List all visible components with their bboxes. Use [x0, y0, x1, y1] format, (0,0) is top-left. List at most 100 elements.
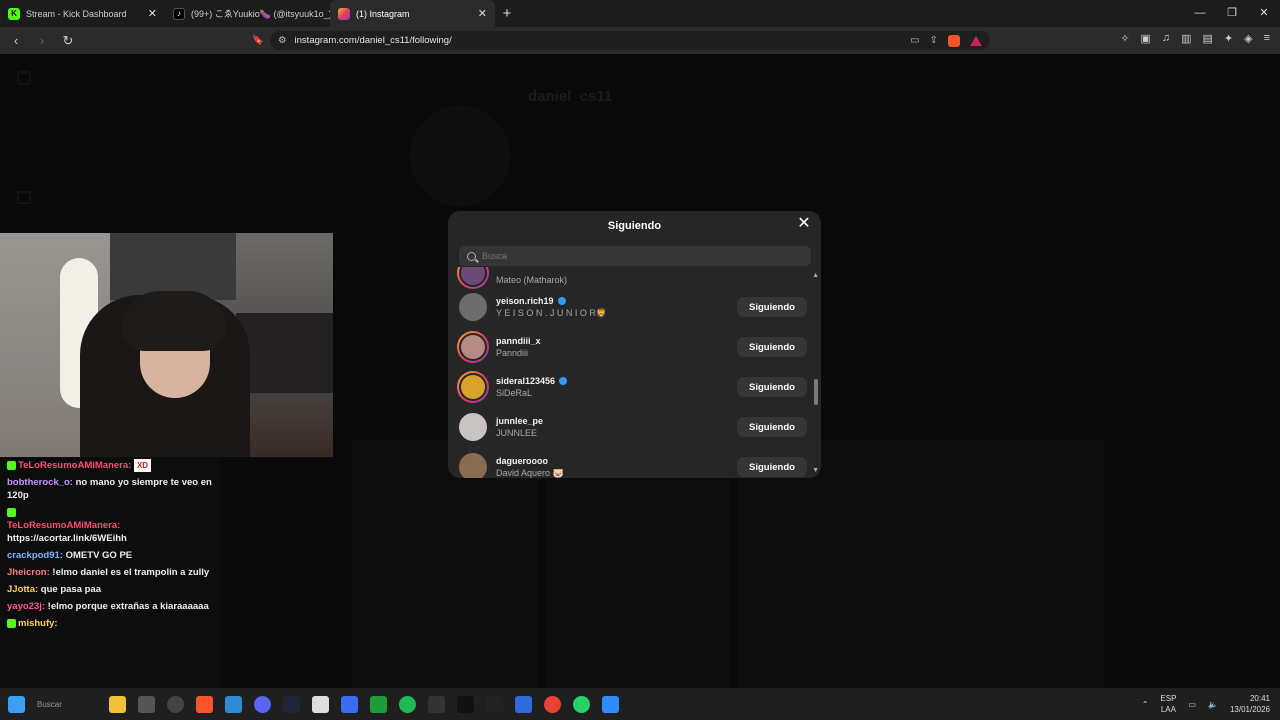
tab-label: (99+) こゑYuukio🍆 (@itsyuuk1o_) | T: [191, 9, 330, 19]
bookmark-icon[interactable]: 🔖: [252, 35, 264, 46]
list-item[interactable]: yeison.rich19 Y E I S O N . J U N I O R🦁…: [457, 287, 807, 327]
app-icon[interactable]: [225, 695, 242, 713]
tiktok-icon[interactable]: [457, 695, 474, 713]
chevron-up-icon[interactable]: ⌃: [1142, 700, 1149, 709]
file-explorer-icon[interactable]: [109, 695, 126, 713]
avatar[interactable]: [457, 451, 489, 478]
notepad-icon[interactable]: [312, 695, 329, 713]
wallet-icon[interactable]: ▣: [1140, 32, 1150, 45]
list-item[interactable]: panndiii_x Panndiii Siguiendo: [457, 327, 807, 367]
user-fullname: Y E I S O N . J U N I O R🦁: [496, 307, 608, 318]
close-window-icon[interactable]: ✕: [1248, 0, 1280, 27]
taskbar-search[interactable]: Buscar: [37, 700, 97, 709]
new-tab-button[interactable]: +: [495, 0, 519, 27]
list-item[interactable]: sideral123456 SiDeRaL Siguiendo: [457, 367, 807, 407]
url-text[interactable]: instagram.com/daniel_cs11/following/: [295, 35, 452, 46]
wallet2-icon[interactable]: ▤: [1202, 32, 1212, 45]
tab-label: (1) Instagram: [356, 8, 410, 19]
avatar[interactable]: [457, 331, 489, 363]
clock[interactable]: 20:41 13/01/2026: [1230, 693, 1270, 715]
scroll-up-icon[interactable]: ▲: [812, 272, 819, 279]
user-fullname: Mateo (Matharok): [496, 275, 568, 285]
excel-icon[interactable]: [370, 695, 387, 713]
share-icon[interactable]: ⇪: [930, 35, 938, 46]
system-tray: ⌃ ESP LAA ▭ 🔈 20:41 13/01/2026: [1142, 690, 1270, 718]
close-icon[interactable]: ✕: [148, 7, 157, 20]
avatar[interactable]: [457, 371, 489, 403]
steam-icon[interactable]: [283, 695, 300, 713]
close-icon[interactable]: ✕: [478, 7, 487, 20]
vpn-icon[interactable]: ◈: [1244, 32, 1252, 45]
leo-ai-icon[interactable]: ✦: [1224, 32, 1233, 45]
address-bar[interactable]: 🔖 ⚙ instagram.com/daniel_cs11/following/…: [252, 31, 990, 50]
obs-icon[interactable]: [167, 695, 184, 713]
app2-icon[interactable]: [341, 695, 358, 713]
calculator-icon[interactable]: [138, 695, 155, 713]
scroll-down-icon[interactable]: ▼: [812, 467, 819, 474]
epic-games-icon[interactable]: [428, 695, 445, 713]
avatar[interactable]: [457, 291, 489, 323]
tab-label: Stream - Kick Dashboard: [26, 8, 127, 19]
tab-kick[interactable]: K Stream - Kick Dashboard ✕: [0, 0, 165, 27]
tab-instagram[interactable]: (1) Instagram ✕: [330, 0, 495, 27]
brave-rewards-icon[interactable]: [970, 35, 982, 46]
capcut-icon[interactable]: [486, 695, 503, 713]
webcam-overlay: [0, 233, 333, 457]
following-button[interactable]: Siguiendo: [737, 457, 807, 477]
user-fullname: Panndiii: [496, 348, 529, 358]
chat-message: mishufy:: [7, 617, 213, 630]
scrollbar-thumb[interactable]: [814, 379, 818, 405]
menu-icon[interactable]: ≡: [1264, 32, 1270, 45]
list-item[interactable]: dagueroooo David Aquero 🐷 Siguiendo: [457, 447, 807, 478]
language-indicator[interactable]: ESP LAA: [1160, 693, 1176, 715]
start-icon[interactable]: [8, 695, 25, 713]
sidebar-icon[interactable]: ▥: [1181, 32, 1191, 45]
calendar-icon[interactable]: [515, 695, 532, 713]
chrome-icon[interactable]: [544, 695, 561, 713]
site-info-icon[interactable]: ⚙: [278, 35, 287, 46]
avatar[interactable]: [457, 411, 489, 443]
stream-chat: TeLoResumoAMiManera: XD bobtherock_o: no…: [0, 457, 220, 688]
user-username[interactable]: sideral123456: [496, 376, 555, 386]
chat-message: crackpod91: OMETV GO PE: [7, 550, 133, 561]
chat-message: bobtherock_o: no mano yo siempre te veo …: [7, 477, 212, 501]
following-button[interactable]: Siguiendo: [737, 297, 807, 317]
network-icon[interactable]: ▭: [1188, 700, 1196, 709]
user-username[interactable]: yeison.rich19: [496, 296, 554, 306]
wall-poster: [110, 233, 236, 300]
chat-message: JJotta: que pasa paa: [7, 584, 101, 595]
search-input[interactable]: [482, 251, 782, 261]
search-field[interactable]: [459, 246, 811, 266]
following-list: Mateo (Matharok) yeison.rich19 Y E I S O…: [448, 267, 821, 478]
tab-tiktok[interactable]: ♪ (99+) こゑYuukio🍆 (@itsyuuk1o_) | T: [165, 0, 330, 27]
brave-icon[interactable]: [196, 695, 213, 713]
notes-icon[interactable]: [602, 695, 619, 713]
instagram-icon: [338, 7, 350, 20]
close-icon[interactable]: ✕: [797, 216, 811, 232]
forward-icon[interactable]: ›: [32, 33, 52, 48]
list-item[interactable]: junnlee_pe JUNNLEE Siguiendo: [457, 407, 807, 447]
user-fullname: David Aquero 🐷: [496, 467, 564, 478]
browser-tab-strip: K Stream - Kick Dashboard ✕ ♪ (99+) こゑYu…: [0, 0, 1280, 27]
discord-icon[interactable]: [254, 695, 271, 713]
avatar[interactable]: [457, 267, 489, 289]
user-username[interactable]: panndiii_x: [496, 336, 541, 346]
maximize-icon[interactable]: ❐: [1216, 0, 1248, 27]
tiktok-icon: ♪: [173, 7, 185, 20]
brave-shields-icon[interactable]: [948, 34, 960, 47]
extension-icons: ✧ ▣ ♫ ▥ ▤ ✦ ◈ ≡: [1120, 32, 1270, 45]
following-button[interactable]: Siguiendo: [737, 377, 807, 397]
following-button[interactable]: Siguiendo: [737, 337, 807, 357]
whatsapp-icon[interactable]: [573, 695, 590, 713]
extensions-icon[interactable]: ✧: [1120, 32, 1129, 45]
following-button[interactable]: Siguiendo: [737, 417, 807, 437]
minimize-icon[interactable]: —: [1184, 0, 1216, 27]
cast-icon[interactable]: ▭: [910, 35, 919, 46]
user-username[interactable]: dagueroooo: [496, 456, 548, 466]
music-icon[interactable]: ♫: [1162, 32, 1170, 45]
user-username[interactable]: junnlee_pe: [496, 416, 543, 426]
volume-icon[interactable]: 🔈: [1208, 700, 1218, 709]
reload-icon[interactable]: ↻: [58, 33, 78, 49]
back-icon[interactable]: ‹: [6, 33, 26, 48]
spotify-icon[interactable]: [399, 695, 416, 713]
